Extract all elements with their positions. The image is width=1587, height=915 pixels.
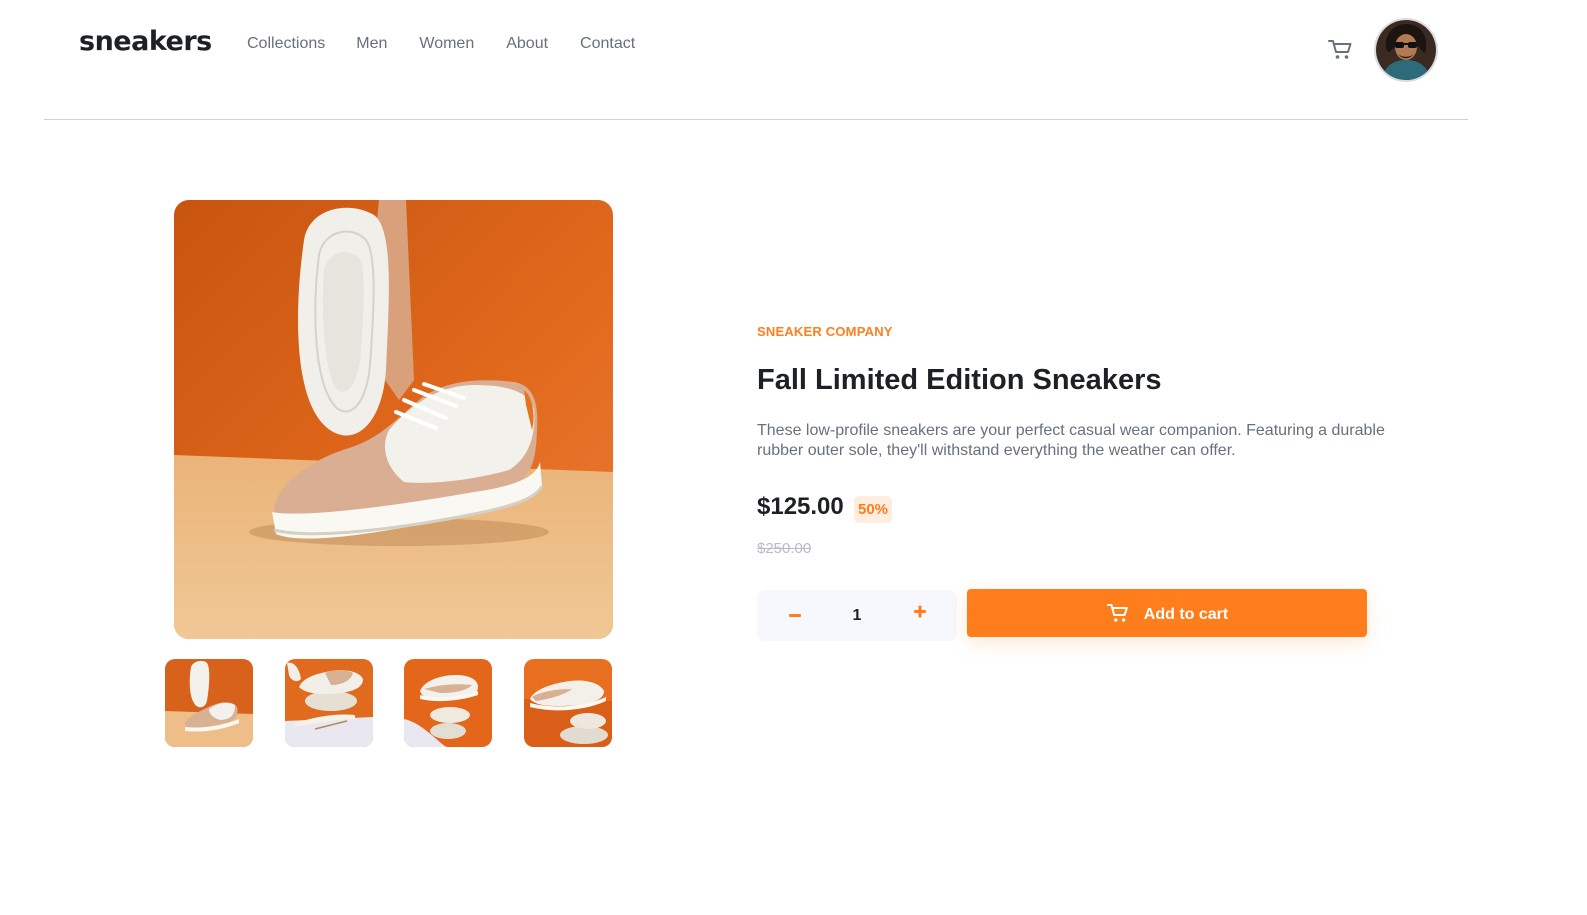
thumbnail-image [165, 659, 253, 747]
increase-quantity-button[interactable] [895, 590, 945, 641]
add-to-cart-button[interactable]: Add to cart [967, 589, 1367, 637]
product-title: Fall Limited Edition Sneakers [757, 364, 1162, 396]
plus-icon [914, 605, 926, 618]
discount-badge: 50% [854, 496, 892, 523]
avatar-image [1376, 20, 1436, 80]
main-nav: Collections Men Women About Contact [247, 33, 635, 55]
thumbnail-2[interactable] [285, 659, 373, 747]
product-description: These low-profile sneakers are your perf… [757, 422, 1385, 459]
nav-link-men[interactable]: Men [356, 33, 387, 55]
thumbnail-strip [165, 659, 612, 747]
nav-link-women[interactable]: Women [419, 33, 474, 55]
nav-link-contact[interactable]: Contact [580, 33, 635, 55]
thumbnail-image [404, 659, 492, 747]
thumbnail-image [524, 659, 612, 747]
add-to-cart-label: Add to cart [1143, 606, 1229, 623]
cart-icon [1328, 40, 1352, 59]
avatar[interactable] [1374, 18, 1438, 82]
thumbnail-3[interactable] [404, 659, 492, 747]
quantity-stepper: 1 [757, 590, 957, 641]
site-header: sneakers Collections Men Women About Con… [0, 0, 1587, 122]
minus-icon [789, 614, 801, 617]
cart-button[interactable] [1326, 36, 1354, 62]
quantity-value: 1 [852, 607, 862, 624]
logo[interactable]: sneakers [79, 26, 212, 58]
current-price: $125.00 [757, 493, 844, 520]
thumbnail-image [285, 659, 373, 747]
nav-link-about[interactable]: About [506, 33, 548, 55]
brand-label: SNEAKER COMPANY [757, 324, 893, 339]
original-price: $250.00 [757, 540, 812, 557]
thumbnail-1[interactable] [165, 659, 253, 747]
nav-link-collections[interactable]: Collections [247, 33, 325, 55]
header-divider [44, 119, 1468, 120]
thumbnail-4[interactable] [524, 659, 612, 747]
sneaker-photo [174, 200, 613, 639]
cart-icon [1106, 604, 1128, 622]
decrease-quantity-button[interactable] [770, 590, 820, 641]
product-main-image[interactable] [174, 200, 613, 639]
